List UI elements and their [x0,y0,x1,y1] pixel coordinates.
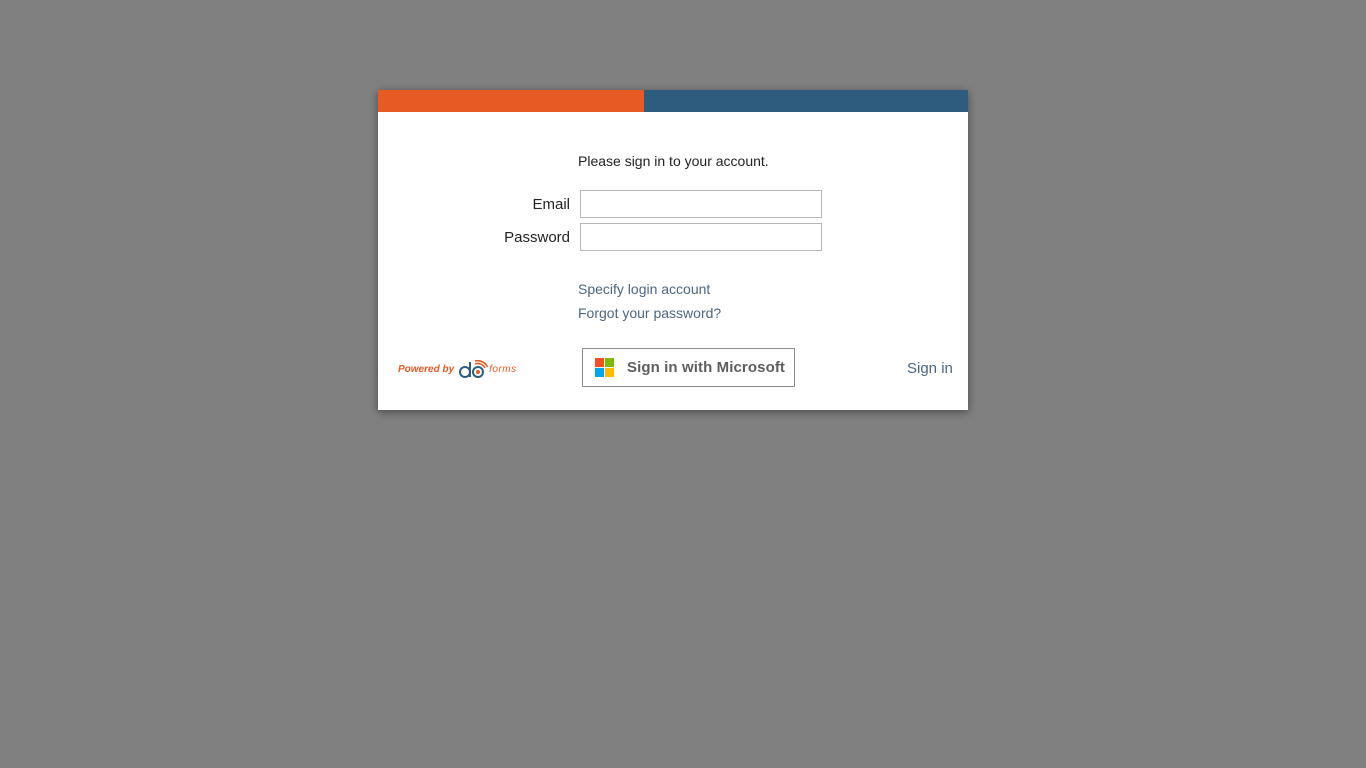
microsoft-logo-icon [595,358,614,377]
header-bar-orange [378,90,644,112]
signin-prompt: Please sign in to your account. [578,153,769,169]
password-label: Password [504,229,570,246]
forgot-password-link[interactable]: Forgot your password? [578,305,721,321]
sign-in-with-microsoft-button[interactable]: Sign in with Microsoft [582,348,795,387]
specify-login-account-link[interactable]: Specify login account [578,281,710,297]
password-field[interactable] [580,223,822,251]
login-dialog: Please sign in to your account. Email Pa… [378,90,968,410]
logo-forms-text: forms [489,363,517,375]
powered-by-footer: Powered by forms [398,359,517,379]
sign-in-button[interactable]: Sign in [907,360,953,377]
email-field[interactable] [580,190,822,218]
doforms-logo: forms [458,359,517,379]
email-label: Email [532,196,570,213]
doforms-logo-icon [459,359,489,378]
microsoft-button-label: Sign in with Microsoft [627,359,786,376]
header-bar-blue [644,90,968,112]
powered-by-text: Powered by [398,363,455,375]
header-color-bar [378,90,968,112]
